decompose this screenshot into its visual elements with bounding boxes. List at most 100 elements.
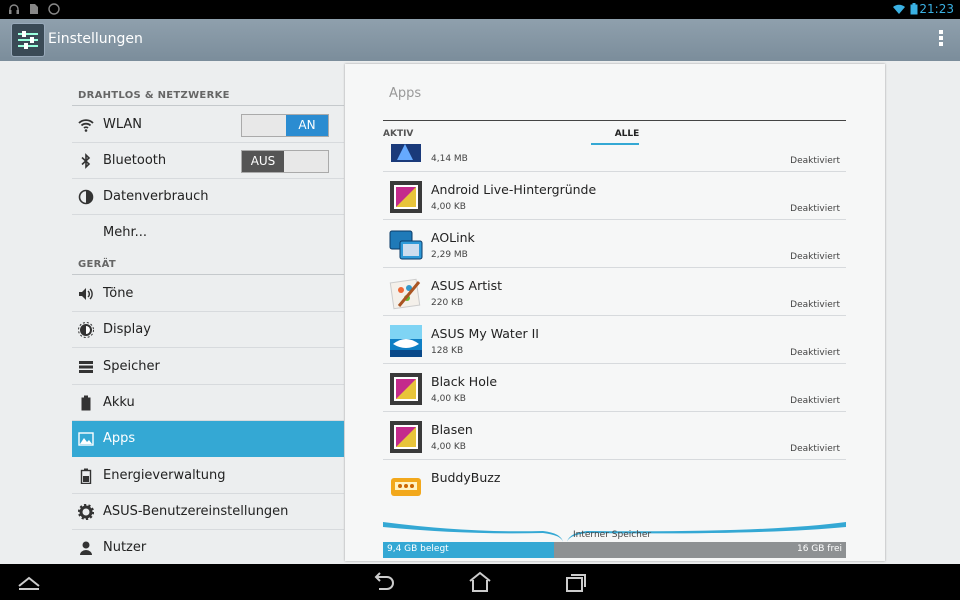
back-icon[interactable] xyxy=(371,570,397,594)
sidebar-item-datenverbrauch[interactable]: Datenverbrauch xyxy=(72,179,344,215)
sidebar-item-label: Akku xyxy=(103,395,135,410)
storage-indicator: Interner Speicher 9,4 GB belegt 16 GB fr… xyxy=(383,519,846,559)
action-bar: Einstellungen xyxy=(0,19,960,61)
storage-label: Interner Speicher xyxy=(573,530,652,540)
app-name: BuddyBuzz xyxy=(431,470,501,485)
app-name: Black Hole xyxy=(431,374,498,389)
app-name: ASUS Artist xyxy=(431,278,503,293)
clock: 21:23 xyxy=(919,2,954,16)
app-status: Deaktiviert xyxy=(790,396,840,406)
app-size: 220 KB xyxy=(431,298,464,308)
file-icon xyxy=(30,4,38,14)
sidebar-item-energie[interactable]: Energieverwaltung xyxy=(72,458,344,494)
app-name: AOLink xyxy=(431,230,475,245)
sidebar-item-wlan[interactable]: WLAN AN xyxy=(72,107,344,143)
sidebar-item-label: Bluetooth xyxy=(103,153,167,168)
sidebar-item-label: ASUS-Benutzereinstellungen xyxy=(103,504,289,519)
app-name: Blasen xyxy=(431,422,473,437)
app-icon xyxy=(390,421,422,453)
toggle-state: AUS xyxy=(242,151,284,172)
list-item[interactable]: BuddyBuzz xyxy=(383,460,846,506)
sidebar-item-label: Apps xyxy=(103,431,136,446)
sidebar-item-asus-settings[interactable]: ASUS-Benutzereinstellungen xyxy=(72,494,344,530)
user-icon xyxy=(80,541,92,555)
section-header-device: GERÄT xyxy=(78,259,117,270)
app-list[interactable]: 4,14 MB Deaktiviert Android Live-Hinterg… xyxy=(383,144,846,506)
storage-icon xyxy=(79,361,93,373)
chevron-up-icon[interactable] xyxy=(16,570,42,594)
sidebar-item-label: Mehr... xyxy=(103,225,148,240)
list-item[interactable]: 4,14 MB Deaktiviert xyxy=(383,144,846,172)
sidebar-item-toene[interactable]: Töne xyxy=(72,276,344,312)
app-status: Deaktiviert xyxy=(790,204,840,214)
settings-app-icon[interactable] xyxy=(11,23,45,57)
list-item[interactable]: ASUS Artist 220 KB Deaktiviert xyxy=(383,268,846,316)
headphones-icon xyxy=(9,4,19,14)
tab-alle[interactable]: ALLE xyxy=(603,129,651,139)
brightness-icon xyxy=(78,322,94,338)
battery-icon xyxy=(80,468,92,484)
list-item[interactable]: Blasen 4,00 KB Deaktiviert xyxy=(383,412,846,460)
app-size: 2,29 MB xyxy=(431,250,468,260)
navigation-bar xyxy=(0,564,960,600)
battery-icon xyxy=(910,3,918,15)
app-icon xyxy=(389,230,423,260)
tab-bar: AKTIV ALLE xyxy=(383,120,846,145)
sidebar-item-akku[interactable]: Akku xyxy=(72,385,344,421)
page-title: Einstellungen xyxy=(48,31,143,47)
sidebar-item-bluetooth[interactable]: Bluetooth AUS xyxy=(72,143,344,179)
app-size: 128 KB xyxy=(431,346,464,356)
app-icon xyxy=(390,373,422,405)
sidebar-item-label: Töne xyxy=(103,286,134,301)
panel-title: Apps xyxy=(389,86,422,101)
list-item[interactable]: Android Live-Hintergründe 4,00 KB Deakti… xyxy=(383,172,846,220)
data-usage-icon xyxy=(78,189,94,205)
sidebar-item-label: WLAN xyxy=(103,117,143,132)
list-item[interactable]: Black Hole 4,00 KB Deaktiviert xyxy=(383,364,846,412)
sidebar-item-display[interactable]: Display xyxy=(72,312,344,348)
app-status: Deaktiviert xyxy=(790,156,840,166)
wifi-icon xyxy=(893,4,905,14)
sidebar-item-nutzer[interactable]: Nutzer xyxy=(72,530,344,566)
gear-icon xyxy=(78,504,94,520)
sidebar-item-label: Energieverwaltung xyxy=(103,468,226,483)
apps-panel: Apps AKTIV ALLE 4,14 MB Deaktiviert Andr… xyxy=(345,64,885,561)
app-size: 4,00 KB xyxy=(431,202,466,212)
wifi-icon xyxy=(78,119,94,132)
list-item[interactable]: AOLink 2,29 MB Deaktiviert xyxy=(383,220,846,268)
recent-apps-icon[interactable] xyxy=(563,570,589,594)
bluetooth-icon xyxy=(81,153,91,169)
storage-free-label: 16 GB frei xyxy=(796,544,842,554)
sidebar-item-label: Nutzer xyxy=(103,540,147,555)
sidebar-item-mehr[interactable]: Mehr... xyxy=(72,215,344,251)
list-item[interactable]: ASUS My Water II 128 KB Deaktiviert xyxy=(383,316,846,364)
storage-used-label: 9,4 GB belegt xyxy=(387,544,449,554)
toggle-state: AN xyxy=(286,115,328,136)
app-icon xyxy=(391,478,421,496)
home-icon[interactable] xyxy=(467,570,493,594)
sidebar-item-label: Speicher xyxy=(103,359,160,374)
sidebar-item-label: Datenverbrauch xyxy=(103,189,209,204)
wlan-toggle[interactable]: AN xyxy=(241,114,329,137)
notification-badge-icon xyxy=(48,3,60,15)
app-name: Android Live-Hintergründe xyxy=(431,182,597,197)
tab-aktiv[interactable]: AKTIV xyxy=(383,129,413,139)
settings-sidebar: DRAHTLOS & NETZWERKE WLAN AN Bluetooth A… xyxy=(72,61,344,564)
speaker-icon xyxy=(79,288,93,300)
bluetooth-toggle[interactable]: AUS xyxy=(241,150,329,173)
status-bar: 21:23 xyxy=(0,0,960,19)
app-status: Deaktiviert xyxy=(790,444,840,454)
app-name: ASUS My Water II xyxy=(431,326,539,341)
app-icon xyxy=(391,144,421,162)
apps-image-icon xyxy=(78,432,94,446)
app-icon xyxy=(390,325,422,357)
app-icon xyxy=(389,278,421,310)
sidebar-item-apps[interactable]: Apps xyxy=(72,421,344,457)
sidebar-item-label: Display xyxy=(103,322,151,337)
app-status: Deaktiviert xyxy=(790,300,840,310)
app-size: 4,00 KB xyxy=(431,442,466,452)
battery-icon xyxy=(81,395,91,411)
sidebar-item-speicher[interactable]: Speicher xyxy=(72,349,344,385)
section-header-wireless: DRAHTLOS & NETZWERKE xyxy=(78,90,230,101)
overflow-menu-icon[interactable] xyxy=(938,30,944,50)
